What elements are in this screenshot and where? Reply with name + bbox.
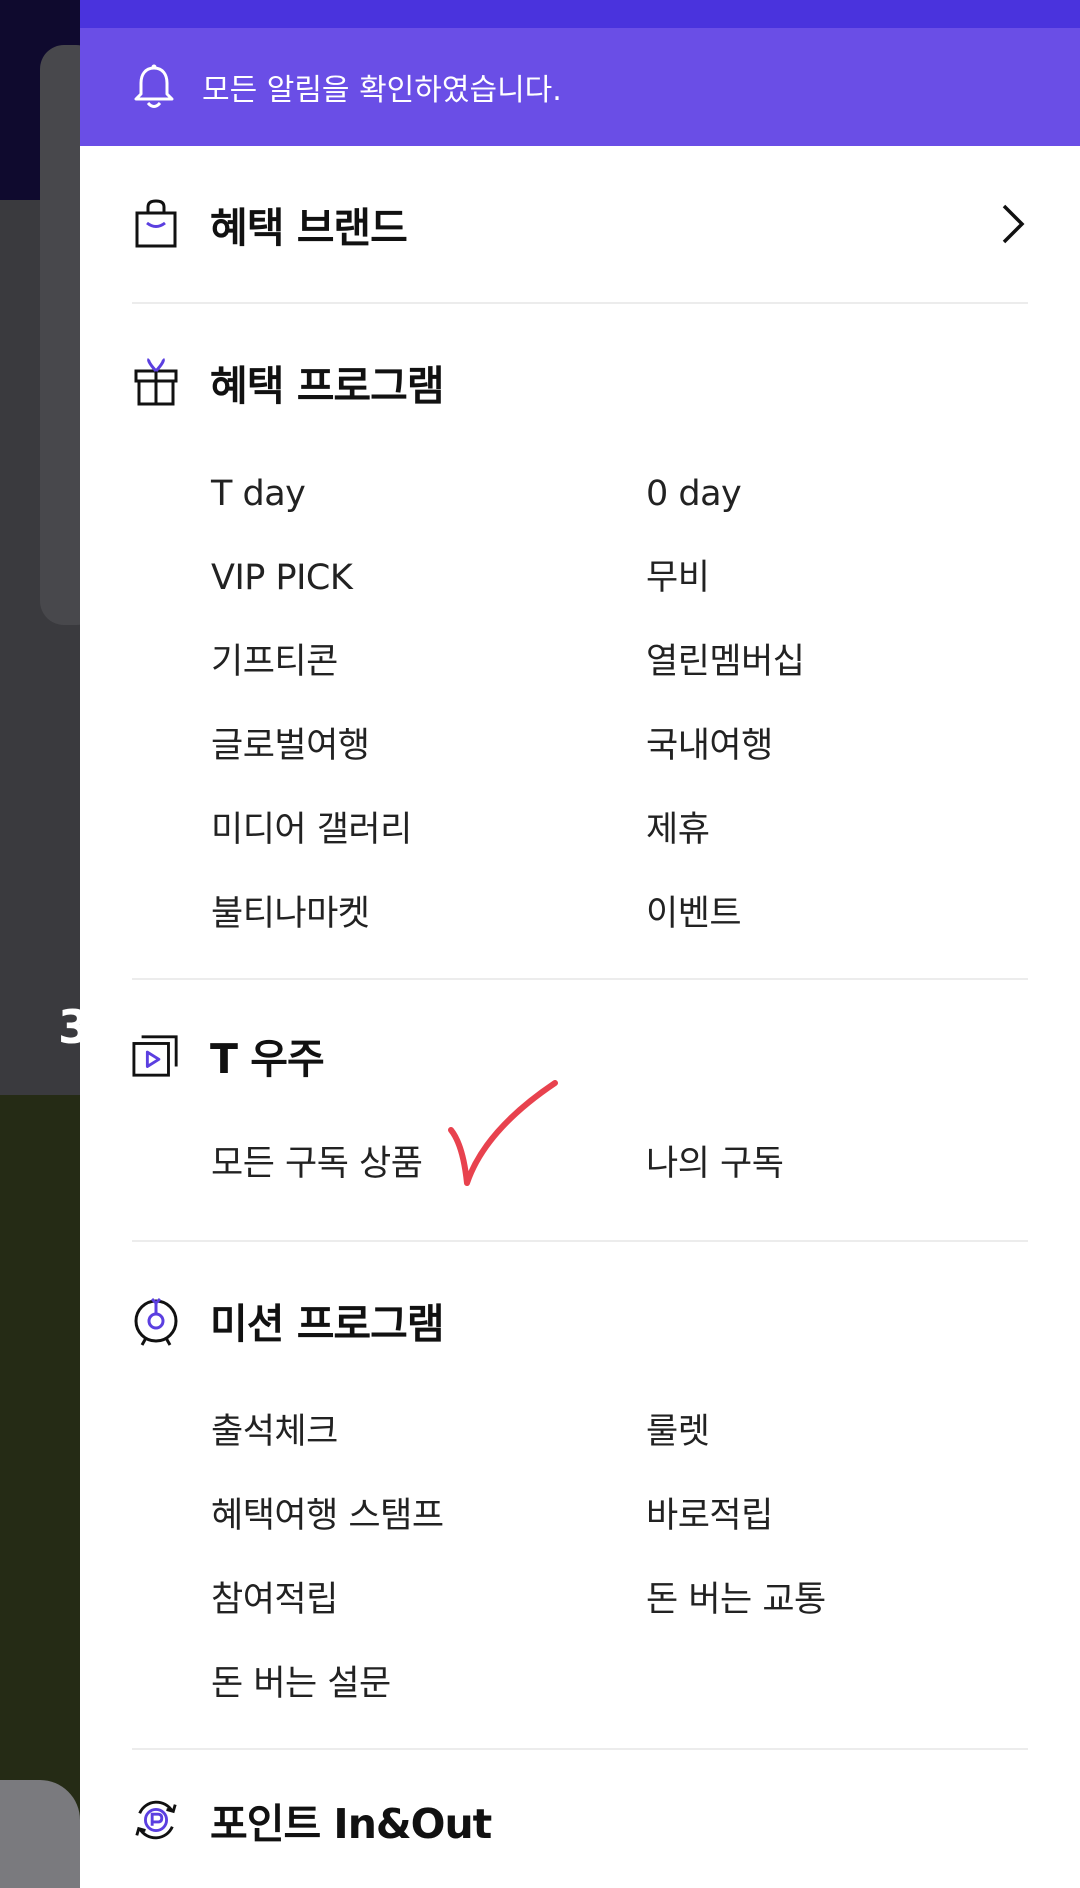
background-app-banner <box>0 1095 80 1888</box>
t-universe-section: T 우주 모든 구독 상품 나의 구독 <box>132 980 1028 1242</box>
menu-item-open-membership[interactable]: 열린멤버십 <box>646 620 1028 704</box>
menu-item-event[interactable]: 이벤트 <box>646 872 1028 956</box>
menu-item-0day[interactable]: 0 day <box>646 452 1028 536</box>
play-window-icon <box>132 1029 180 1081</box>
menu-item-instant-earn[interactable]: 바로적립 <box>646 1474 1028 1558</box>
menu-item-tday[interactable]: T day <box>211 452 646 536</box>
menu-item-media-gallery[interactable]: 미디어 갤러리 <box>211 788 646 872</box>
point-inout-title: 포인트 In&Out <box>210 1800 492 1848</box>
mission-program-title: 미션 프로그램 <box>210 1300 445 1348</box>
banner-strip <box>80 0 1080 28</box>
menu-item-money-transport[interactable]: 돈 버는 교통 <box>646 1558 1028 1642</box>
chevron-right-icon[interactable] <box>998 202 1028 246</box>
gift-icon <box>132 356 180 408</box>
benefit-program-title: 혜택 프로그램 <box>210 362 445 410</box>
menu-item-roulette[interactable]: 룰렛 <box>646 1390 1028 1474</box>
menu-item-all-subscriptions[interactable]: 모든 구독 상품 <box>211 1122 646 1206</box>
menu-item-travel-stamp[interactable]: 혜택여행 스탬프 <box>211 1474 646 1558</box>
target-icon <box>132 1294 180 1346</box>
menu-item-attendance-check[interactable]: 출석체크 <box>211 1390 646 1474</box>
menu-item-domestic-travel[interactable]: 국내여행 <box>646 704 1028 788</box>
menu-item-movie[interactable]: 무비 <box>646 536 1028 620</box>
bell-icon <box>132 64 176 110</box>
red-check-mark-icon <box>448 1080 558 1186</box>
menu-item-money-survey[interactable]: 돈 버는 설문 <box>211 1642 646 1726</box>
notification-banner[interactable]: 모든 알림을 확인하였습니다. <box>80 28 1080 146</box>
benefit-program-section: 혜택 프로그램 T day 0 day VIP PICK 무비 기프티콘 열린멤… <box>132 304 1028 980</box>
menu-item-bultina-market[interactable]: 불티나마켓 <box>211 872 646 956</box>
point-inout-section[interactable]: 포인트 In&Out <box>132 1750 1028 1888</box>
mission-program-section: 미션 프로그램 출석체크 룰렛 혜택여행 스탬프 바로적립 참여적립 돈 버는 … <box>132 1242 1028 1750</box>
notification-banner-text: 모든 알림을 확인하였습니다. <box>202 73 562 108</box>
background-app-peek <box>0 1780 80 1888</box>
menu-item-participation-earn[interactable]: 참여적립 <box>211 1558 646 1642</box>
side-menu-drawer: 모든 알림을 확인하였습니다. 혜택 브랜드 혜택 프로그램 T day 0 d… <box>80 0 1080 1888</box>
benefit-brand-section[interactable]: 혜택 브랜드 <box>132 146 1028 304</box>
point-cycle-icon <box>132 1794 180 1846</box>
menu-item-vip-pick[interactable]: VIP PICK <box>211 536 646 620</box>
menu-item-partnership[interactable]: 제휴 <box>646 788 1028 872</box>
menu-item-my-subscription[interactable]: 나의 구독 <box>646 1122 1028 1206</box>
shopping-bag-icon <box>132 198 180 250</box>
t-universe-title: T 우주 <box>210 1035 325 1083</box>
benefit-brand-title: 혜택 브랜드 <box>210 204 408 252</box>
menu-item-gifticon[interactable]: 기프티콘 <box>211 620 646 704</box>
menu-item-global-travel[interactable]: 글로벌여행 <box>211 704 646 788</box>
